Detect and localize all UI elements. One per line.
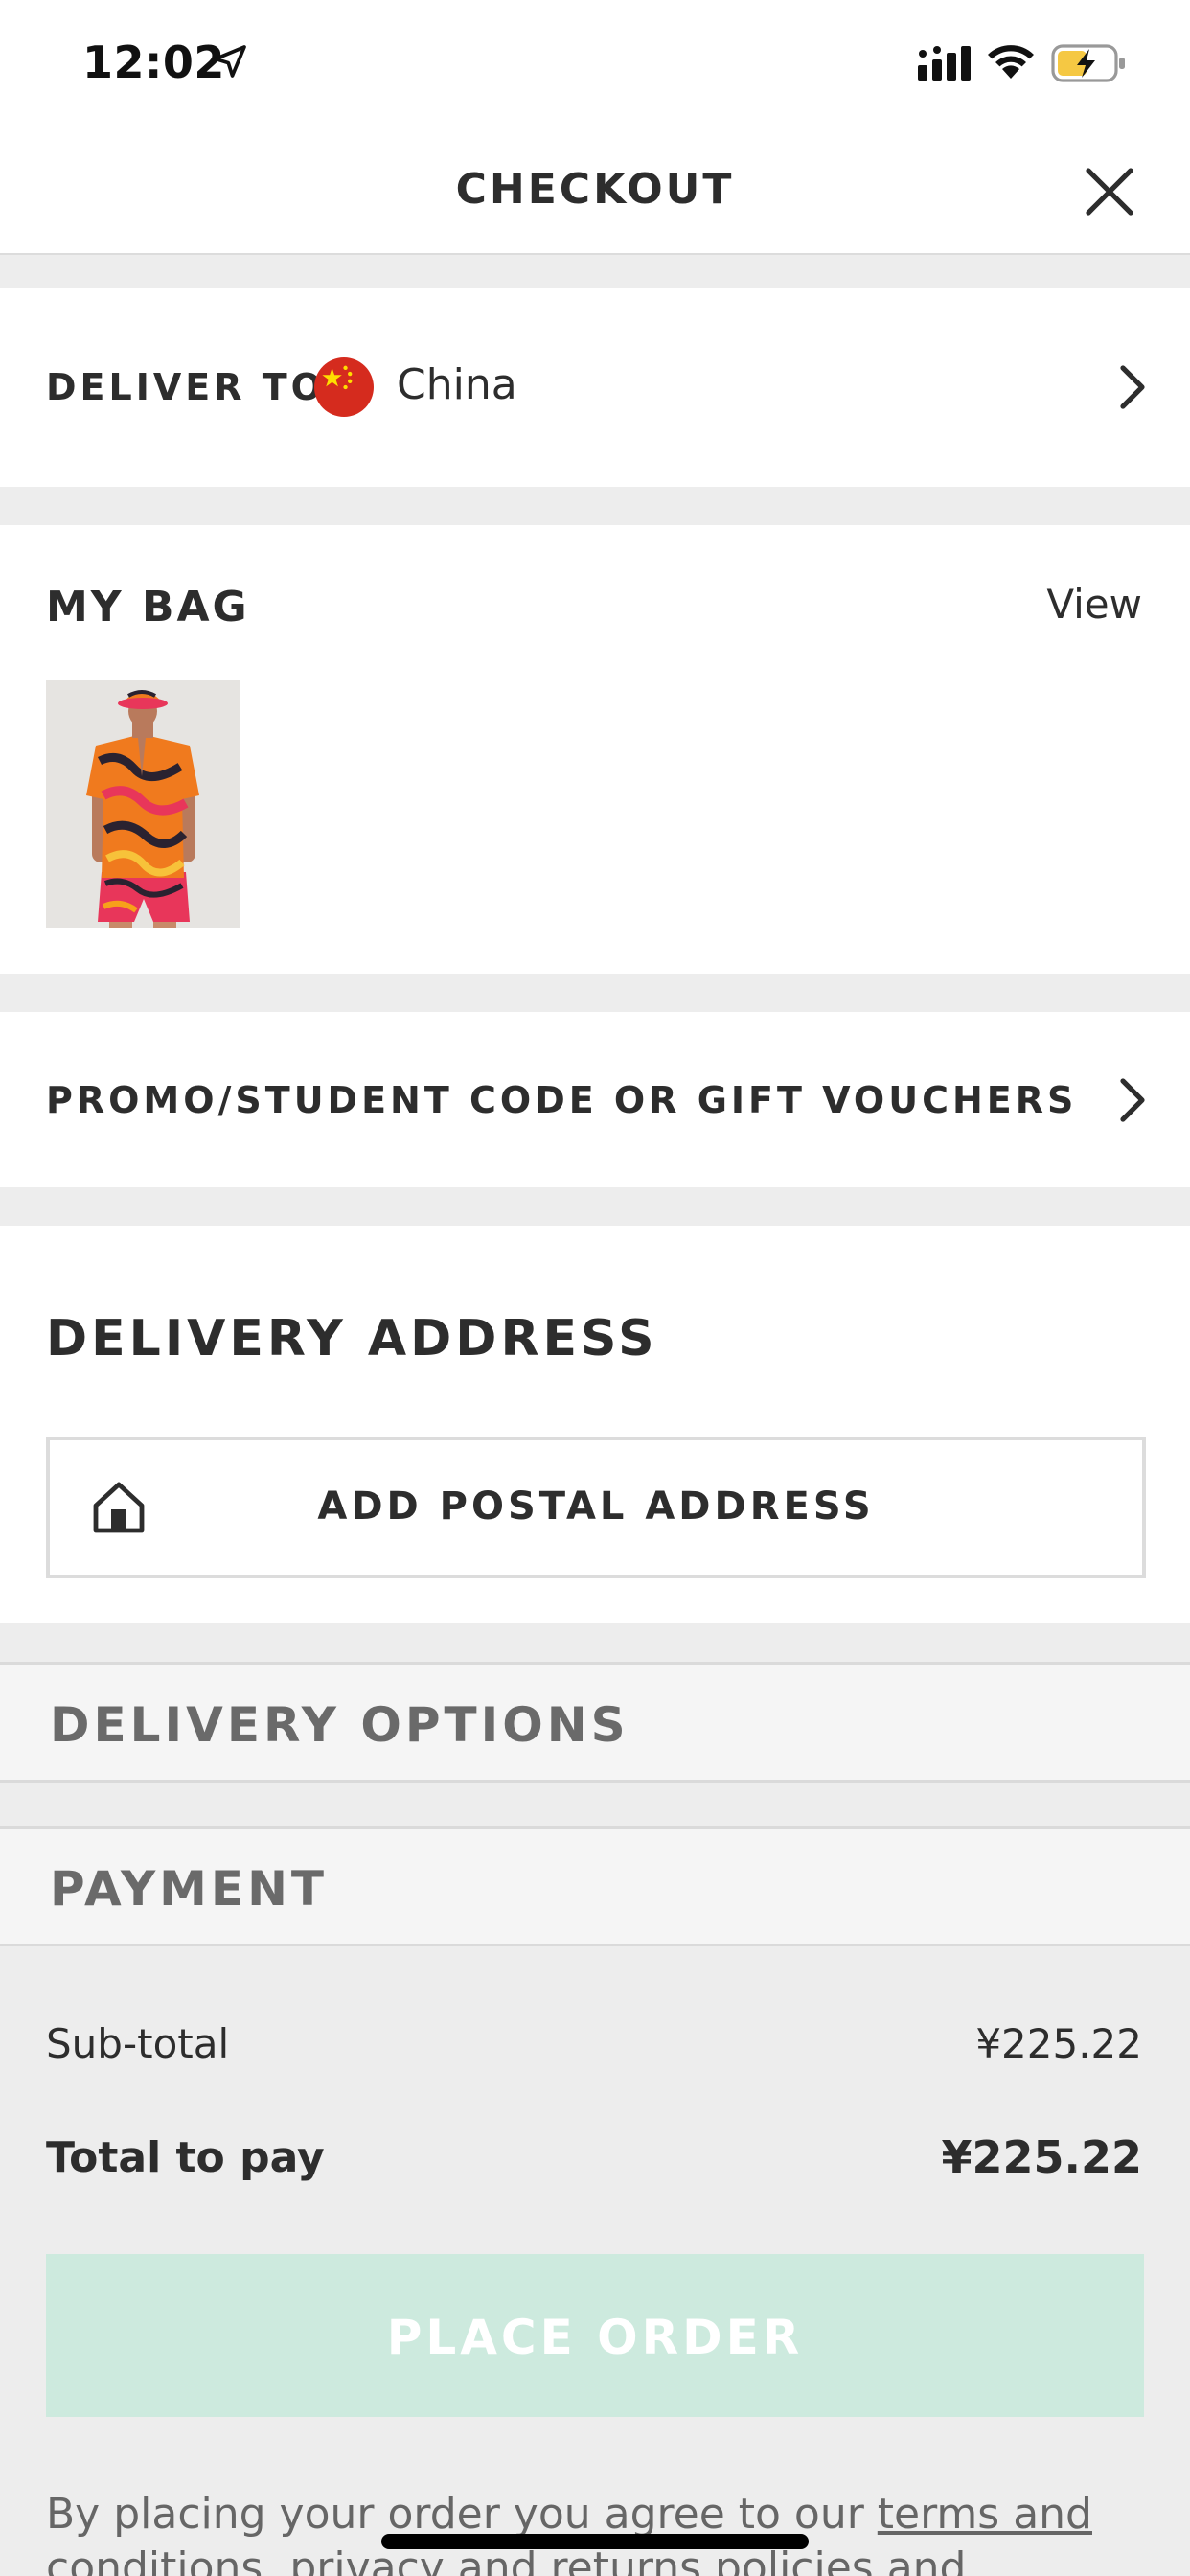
status-bar: 12:02 [0,0,1190,126]
promo-code-label: PROMO/STUDENT CODE OR GIFT VOUCHERS [46,1079,1078,1121]
place-order-button[interactable]: PLACE ORDER [46,2254,1144,2417]
checkout-screen: 12:02 CHECKOUT DELIVER TO: China MY BAG … [0,0,1190,2576]
total-label: Total to pay [46,2133,325,2182]
legal-prefix: By placing your order you agree to our [46,2490,878,2539]
view-bag-link[interactable]: View [1046,581,1142,628]
add-postal-address-button[interactable]: ADD POSTAL ADDRESS [46,1437,1146,1578]
deliver-to-row[interactable]: DELIVER TO: China [0,288,1190,487]
home-indicator[interactable] [381,2534,809,2549]
my-bag-section: MY BAG View [0,525,1190,974]
subtotal-label: Sub-total [46,2020,230,2067]
place-order-label: PLACE ORDER [386,2310,804,2365]
payment-title: PAYMENT [50,1861,329,1917]
china-flag-icon [314,357,374,417]
add-postal-address-label: ADD POSTAL ADDRESS [317,1484,875,1529]
legal-text: By placing your order you agree to our t… [46,2488,1144,2576]
subtotal-value: ¥225.22 [975,2020,1142,2067]
close-icon[interactable] [1079,161,1140,222]
deliver-to-label: DELIVER TO: [46,366,345,408]
wifi-icon [988,45,1034,79]
delivery-options-step: DELIVERY OPTIONS [0,1662,1190,1782]
delivery-address-section: DELIVERY ADDRESS ADD POSTAL ADDRESS [0,1226,1190,1623]
delivery-address-title: DELIVERY ADDRESS [46,1310,658,1368]
location-arrow-icon [214,45,246,78]
checkout-header: CHECKOUT [0,126,1190,255]
page-title: CHECKOUT [455,165,735,214]
chevron-right-icon [1120,1078,1145,1122]
total-value: ¥225.22 [941,2131,1142,2183]
status-time: 12:02 [82,36,225,88]
country-name: China [397,360,517,409]
cellular-signal-icon [918,46,971,80]
delivery-options-title: DELIVERY OPTIONS [50,1697,629,1753]
my-bag-title: MY BAG [46,583,250,632]
battery-charging-icon [1051,44,1125,82]
bag-item-thumbnail[interactable] [46,680,240,928]
promo-code-row[interactable]: PROMO/STUDENT CODE OR GIFT VOUCHERS [0,1012,1190,1187]
terms-link[interactable]: terms and [878,2490,1092,2539]
chevron-right-icon [1120,365,1145,409]
payment-step: PAYMENT [0,1826,1190,1946]
